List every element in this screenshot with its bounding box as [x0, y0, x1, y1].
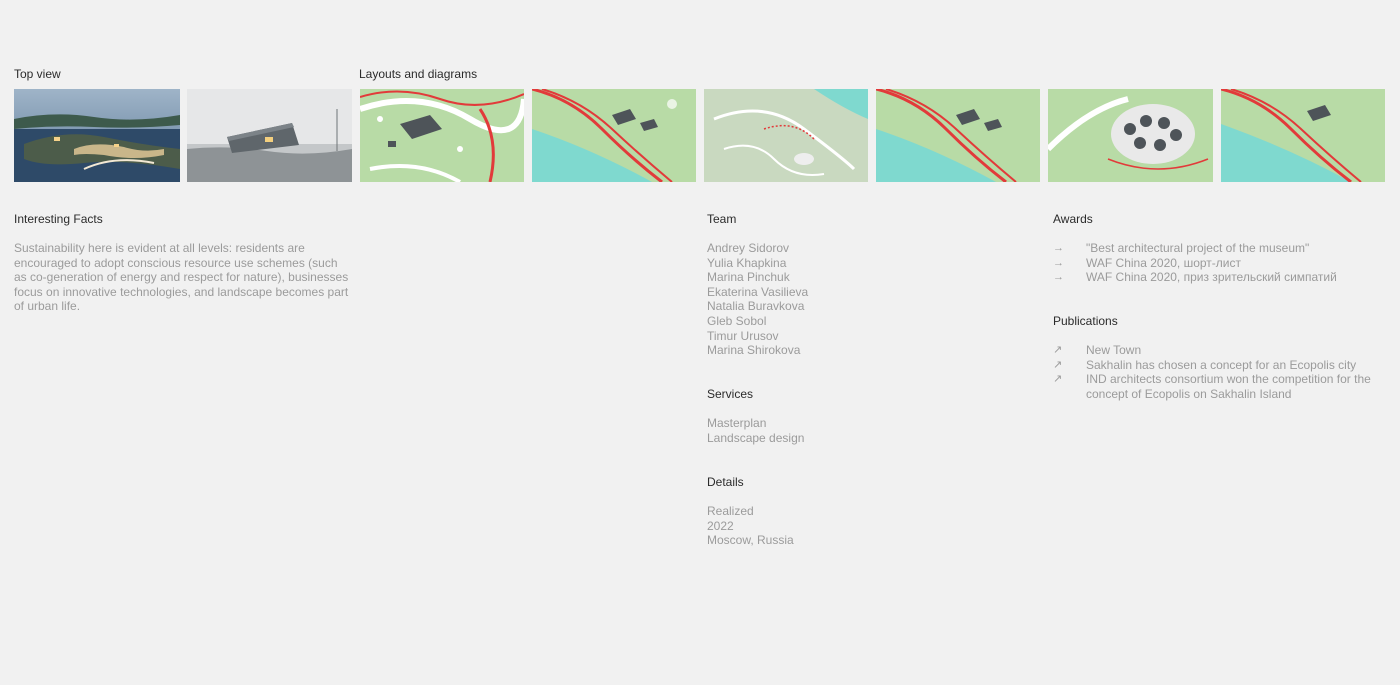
facts-title: Interesting Facts [14, 212, 103, 226]
diagram-4[interactable] [876, 89, 1040, 182]
diagram-1[interactable] [360, 89, 524, 182]
publication-label: IND architects consortium won the compet… [1086, 372, 1371, 401]
publication-link[interactable]: ↗ Sakhalin has chosen a concept for an Ec… [1053, 358, 1385, 373]
top-view-title: Top view [14, 67, 61, 81]
team-member: Andrey Sidorov [707, 241, 790, 255]
details-location: Moscow, Russia [707, 533, 794, 548]
team-member: Gleb Sobol [707, 313, 767, 328]
team-member: Ekaterina Vasilieva [707, 284, 809, 299]
award-label: "Best architectural project of the museu… [1086, 241, 1310, 255]
award-item: → "Best architectural project of the muse… [1053, 241, 1385, 256]
award-item: → WAF China 2020, шорт-лист [1053, 256, 1385, 271]
top-view-photo-museum[interactable] [187, 89, 352, 182]
award-item: → WAF China 2020, приз зрительский симпат… [1053, 270, 1385, 285]
arrow-right-icon: → [1053, 242, 1064, 254]
publication-link[interactable]: ↗ New Town [1053, 343, 1385, 358]
arrow-right-icon: → [1053, 271, 1064, 284]
award-label: WAF China 2020, приз зрительский симпати… [1086, 270, 1337, 285]
publication-label: New Town [1086, 343, 1142, 357]
arrow-right-icon: → [1053, 256, 1064, 269]
facts-text: Sustainability here is evident at all le… [14, 241, 349, 314]
details-title: Details [707, 475, 744, 489]
publications-title: Publications [1053, 314, 1118, 328]
services-title: Services [707, 387, 754, 401]
details-status: Realized [707, 504, 754, 518]
layouts-title: Layouts and diagrams [359, 67, 478, 81]
team-list: Andrey Sidorov Yulia Khapkina Marina Pin… [707, 241, 808, 358]
diagram-3[interactable] [704, 89, 868, 182]
arrow-up-right-icon: ↗ [1053, 344, 1063, 356]
services-list: Masterplan Landscape design [707, 416, 804, 445]
service-item: Landscape design [707, 430, 805, 445]
details-list: Realized 2022 Moscow, Russia [707, 504, 794, 548]
publication-link[interactable]: ↗ IND architects consortium won the compe… [1053, 372, 1385, 401]
arrow-up-right-icon: ↗ [1053, 373, 1063, 386]
arrow-up-right-icon: ↗ [1053, 358, 1063, 371]
awards-title: Awards [1053, 212, 1093, 226]
team-member: Timur Urusov [707, 328, 779, 343]
service-item: Masterplan [707, 416, 767, 430]
diagram-5[interactable] [1048, 89, 1213, 182]
team-title: Team [707, 212, 737, 226]
diagram-6[interactable] [1221, 89, 1385, 182]
awards-list: → "Best architectural project of the muse… [1053, 241, 1385, 285]
publication-label: Sakhalin has chosen a concept for an Eco… [1086, 357, 1357, 372]
team-member: Marina Shirokova [707, 343, 801, 358]
publications-list: ↗ New Town ↗ Sakhalin has chosen a concept… [1053, 343, 1385, 401]
team-member: Marina Pinchuk [707, 270, 790, 285]
team-member: Yulia Khapkina [707, 255, 787, 270]
team-member: Natalia Buravkova [707, 299, 805, 314]
details-year: 2022 [707, 518, 734, 533]
award-label: WAF China 2020, шорт-лист [1086, 255, 1242, 270]
diagram-2[interactable] [532, 89, 696, 182]
top-view-photo-aerial[interactable] [14, 89, 180, 182]
